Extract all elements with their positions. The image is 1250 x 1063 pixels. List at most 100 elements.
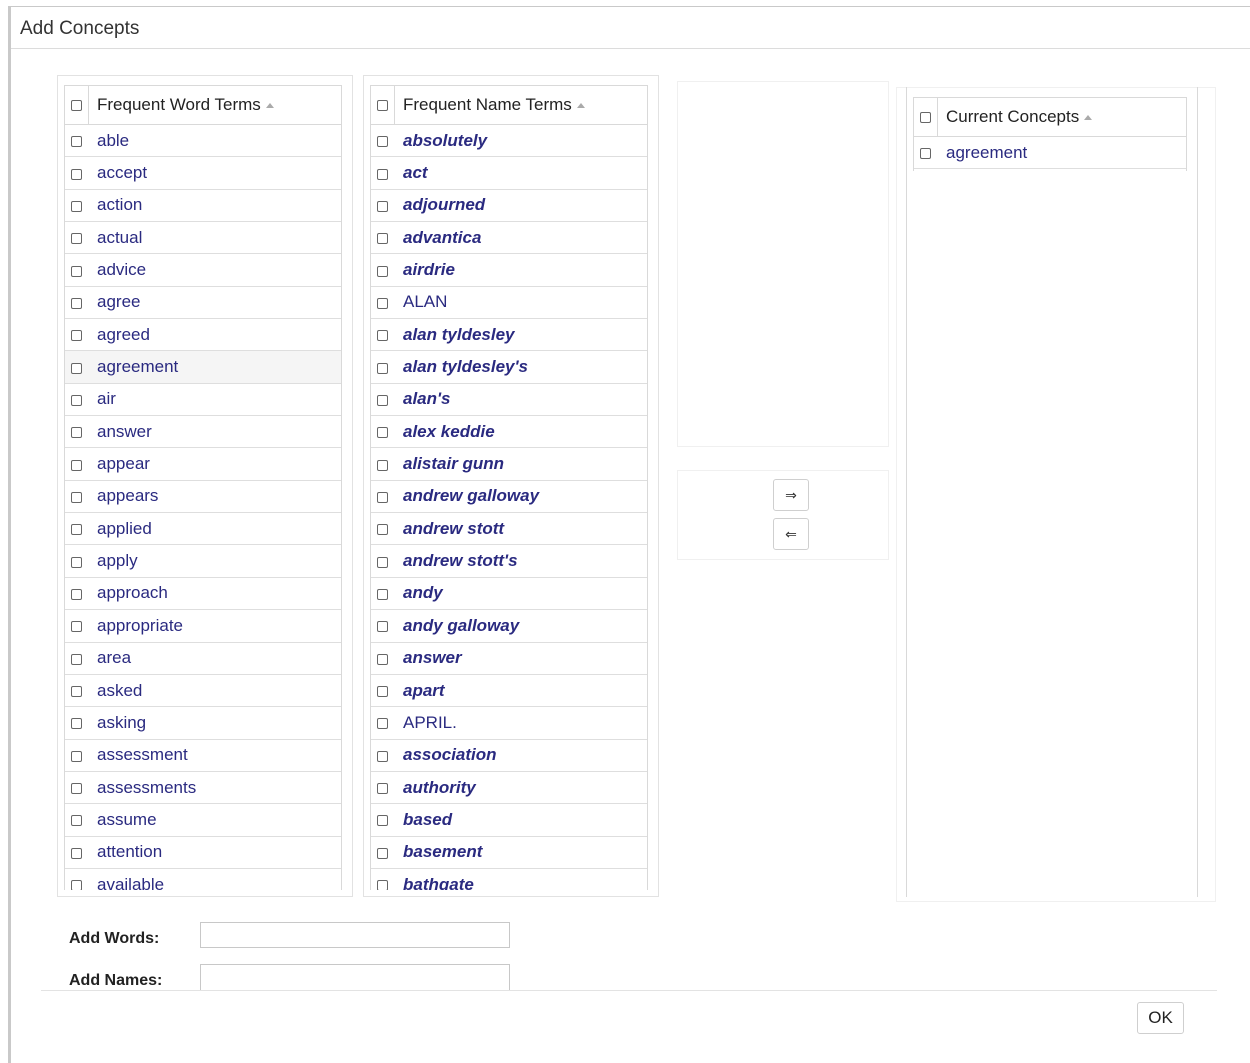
word-term-row-checkbox[interactable] [71,330,82,342]
word-term-row[interactable]: agree [65,287,341,320]
name-term-row-checkbox[interactable] [377,459,388,471]
word-term-row[interactable]: approach [65,578,341,611]
name-term-row[interactable]: airdrie [371,254,647,287]
name-term-row-checkbox[interactable] [377,362,388,374]
name-term-row-checkbox[interactable] [377,847,388,859]
word-term-row-checkbox[interactable] [71,750,82,762]
name-term-row-checkbox[interactable] [377,588,388,600]
name-term-row[interactable]: alan's [371,384,647,417]
word-term-row-checkbox[interactable] [71,621,82,633]
word-term-row[interactable]: apply [65,545,341,578]
add-words-input[interactable] [200,922,510,948]
name-term-row-checkbox[interactable] [377,168,388,180]
word-term-row[interactable]: action [65,190,341,223]
name-term-row-checkbox[interactable] [377,880,388,890]
concept-row-checkbox[interactable] [920,148,931,160]
name-term-row[interactable]: adjourned [371,190,647,223]
current-concepts-sort-header[interactable]: Current Concepts [938,107,1093,127]
name-term-row[interactable]: alistair gunn [371,448,647,481]
word-term-row-checkbox[interactable] [71,847,82,859]
select-all-names-checkbox[interactable] [377,99,388,111]
word-term-row-checkbox[interactable] [71,136,82,148]
word-term-row[interactable]: answer [65,416,341,449]
remove-from-concepts-button[interactable]: ⇐ [773,518,809,550]
name-term-row-checkbox[interactable] [377,621,388,633]
word-term-row[interactable]: advice [65,254,341,287]
word-term-row-checkbox[interactable] [71,200,82,212]
word-term-row[interactable]: attention [65,837,341,869]
name-term-row[interactable]: apart [371,675,647,708]
word-term-row[interactable]: available [65,869,341,890]
word-term-row-checkbox[interactable] [71,588,82,600]
name-term-row-checkbox[interactable] [377,718,388,730]
word-term-row-checkbox[interactable] [71,880,82,890]
word-term-row-checkbox[interactable] [71,815,82,827]
name-term-row-checkbox[interactable] [377,233,388,245]
name-term-row[interactable]: act [371,157,647,190]
word-term-row[interactable]: assessments [65,772,341,805]
word-term-row-checkbox[interactable] [71,783,82,795]
name-term-row[interactable]: based [371,804,647,837]
word-term-row-checkbox[interactable] [71,491,82,503]
name-term-row-checkbox[interactable] [377,330,388,342]
word-term-row-checkbox[interactable] [71,233,82,245]
name-term-row-checkbox[interactable] [377,200,388,212]
name-term-row-checkbox[interactable] [377,815,388,827]
select-all-concepts-checkbox[interactable] [920,111,931,123]
word-term-row-checkbox[interactable] [71,427,82,439]
word-term-row[interactable]: asked [65,675,341,708]
word-term-row[interactable]: appears [65,481,341,514]
word-term-row[interactable]: applied [65,513,341,546]
word-terms-sort-header[interactable]: Frequent Word Terms [89,95,274,115]
name-term-row[interactable]: authority [371,772,647,805]
word-term-row[interactable]: air [65,384,341,417]
word-term-row[interactable]: appear [65,448,341,481]
word-term-row-checkbox[interactable] [71,394,82,406]
word-term-row-checkbox[interactable] [71,718,82,730]
word-term-row[interactable]: agreed [65,319,341,352]
name-term-row-checkbox[interactable] [377,686,388,698]
word-term-row-checkbox[interactable] [71,168,82,180]
name-term-row[interactable]: answer [371,643,647,675]
word-term-row[interactable]: area [65,643,341,675]
ok-button[interactable]: OK [1137,1002,1184,1034]
word-term-row[interactable]: assume [65,804,341,837]
name-term-row[interactable]: advantica [371,222,647,255]
concept-row[interactable]: agreement [914,137,1186,170]
name-term-row-checkbox[interactable] [377,783,388,795]
name-term-row[interactable]: andy galloway [371,610,647,643]
name-term-row-checkbox[interactable] [377,491,388,503]
name-term-row-checkbox[interactable] [377,524,388,536]
word-term-row[interactable]: agreement [65,351,341,384]
name-term-row-checkbox[interactable] [377,136,388,148]
word-term-row-checkbox[interactable] [71,653,82,665]
name-term-row-checkbox[interactable] [377,653,388,665]
name-term-row-checkbox[interactable] [377,556,388,568]
word-term-row[interactable]: able [65,125,341,158]
word-term-row[interactable]: appropriate [65,610,341,643]
name-term-row-checkbox[interactable] [377,427,388,439]
name-term-row-checkbox[interactable] [377,750,388,762]
name-term-row[interactable]: association [371,740,647,772]
select-all-words-checkbox[interactable] [71,99,82,111]
word-term-row-checkbox[interactable] [71,297,82,309]
word-term-row[interactable]: asking [65,707,341,740]
name-term-row[interactable]: andrew galloway [371,481,647,514]
word-term-row-checkbox[interactable] [71,524,82,536]
name-term-row[interactable]: alan tyldesley [371,319,647,352]
word-term-row-checkbox[interactable] [71,556,82,568]
name-term-row[interactable]: andy [371,578,647,611]
name-term-row-checkbox[interactable] [377,297,388,309]
name-term-row[interactable]: APRIL. [371,707,647,740]
word-term-row[interactable]: actual [65,222,341,255]
name-term-row[interactable]: andrew stott [371,513,647,546]
name-term-row[interactable]: absolutely [371,125,647,158]
word-term-row-checkbox[interactable] [71,686,82,698]
add-names-input[interactable] [200,964,510,991]
name-term-row[interactable]: alan tyldesley's [371,351,647,384]
word-term-row-checkbox[interactable] [71,362,82,374]
word-term-row[interactable]: accept [65,157,341,190]
name-term-row-checkbox[interactable] [377,265,388,277]
word-term-row-checkbox[interactable] [71,459,82,471]
name-term-row-checkbox[interactable] [377,394,388,406]
